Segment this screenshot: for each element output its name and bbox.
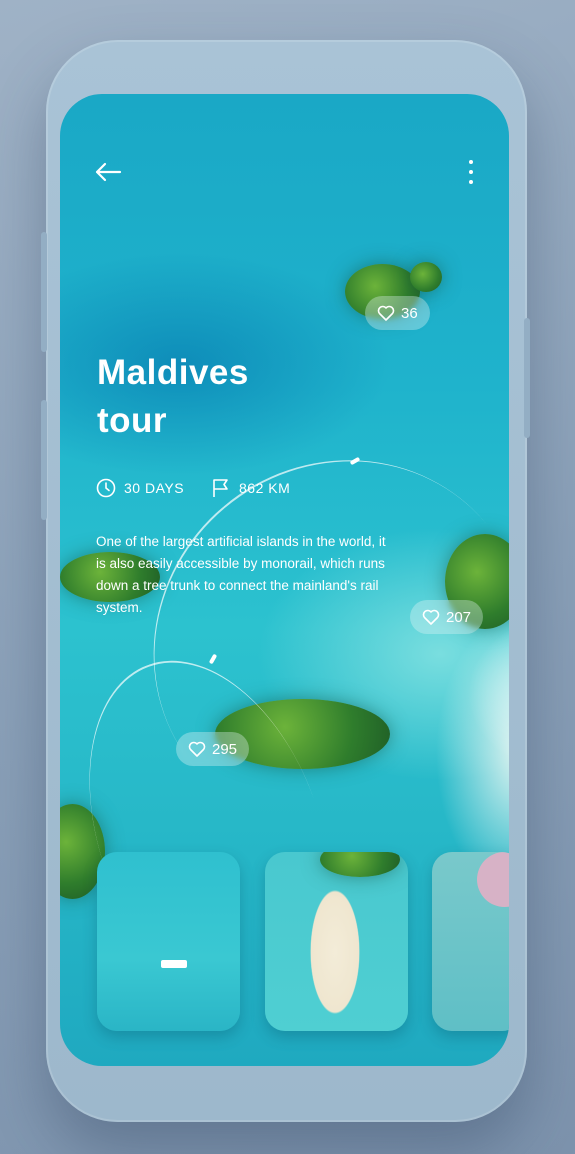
phone-side-button bbox=[41, 400, 47, 520]
title-line-1: Maldives bbox=[97, 353, 249, 392]
more-options-button[interactable] bbox=[458, 156, 484, 188]
island bbox=[320, 852, 400, 877]
like-count: 295 bbox=[212, 740, 238, 758]
more-vertical-icon bbox=[469, 160, 473, 184]
like-badge[interactable]: 36 bbox=[365, 296, 430, 330]
gallery-card-sandbar[interactable] bbox=[265, 852, 408, 1031]
duration-info: 30 DAYS bbox=[96, 478, 184, 498]
island bbox=[410, 262, 442, 292]
phone-side-button bbox=[524, 318, 530, 438]
duration-label: 30 DAYS bbox=[124, 480, 185, 496]
distance-info: 862 KM bbox=[211, 478, 290, 498]
title-line-2: tour bbox=[97, 401, 168, 440]
distance-label: 862 KM bbox=[239, 480, 291, 496]
arrow-left-icon bbox=[95, 162, 122, 182]
heart-icon bbox=[422, 609, 440, 625]
like-badge[interactable]: 295 bbox=[176, 732, 250, 766]
gallery-card-coast[interactable] bbox=[432, 852, 509, 1031]
like-badge[interactable]: 207 bbox=[410, 600, 484, 634]
app-screen: Maldives tour 30 DAYS 862 KM One of the … bbox=[60, 94, 509, 1066]
coral-shore bbox=[477, 852, 509, 907]
heart-icon bbox=[377, 305, 395, 321]
like-count: 36 bbox=[401, 304, 418, 322]
gallery-card-boat[interactable] bbox=[97, 852, 240, 1031]
flag-icon bbox=[213, 479, 228, 497]
heart-icon bbox=[188, 741, 206, 757]
page-title: Maldives tour bbox=[97, 349, 249, 445]
phone-side-button bbox=[41, 232, 47, 352]
tour-description: One of the largest artificial islands in… bbox=[96, 534, 386, 615]
back-button[interactable] bbox=[88, 156, 128, 188]
clock-icon bbox=[96, 478, 116, 498]
boat bbox=[161, 960, 187, 968]
like-count: 207 bbox=[446, 608, 472, 626]
